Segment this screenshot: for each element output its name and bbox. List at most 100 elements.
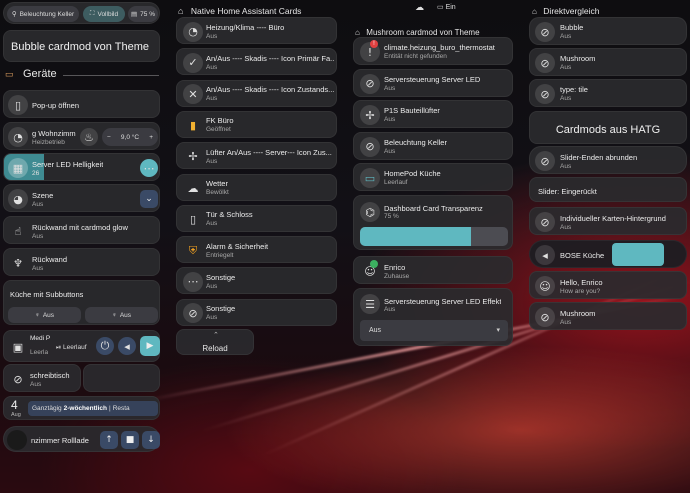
rueckwand-card[interactable]: ♆ Rückwand Aus xyxy=(3,248,160,276)
volume-button[interactable]: ▤ 75 % xyxy=(128,6,158,22)
desk-name: schreibtisch xyxy=(30,371,70,380)
tile-card[interactable]: ✢ P1S Bauteillüfter Aus xyxy=(353,100,513,129)
mushroom2-state: Aus xyxy=(560,319,572,326)
tile-card[interactable]: ⊘ Serversteuerung Server LED Aus xyxy=(353,68,513,97)
transparency-slider[interactable] xyxy=(360,227,508,246)
subbutton-1[interactable]: ♆ Aus xyxy=(8,307,81,323)
led-effect-card[interactable]: ☰ Serversteuerung Server LED Effekt Aus … xyxy=(353,288,513,346)
scene-card[interactable]: ◕ Szene Aus ⌄ xyxy=(3,184,160,212)
media-name: Medi Playe xyxy=(30,335,50,342)
media-player-card[interactable]: ▣ Medi Playe Leerla ⏯ Leerlauf ⏻ ◂ ▶ xyxy=(3,330,160,362)
tile-card[interactable]: ✕ An/Aus ---- Skadis ---- Icon Zustands..… xyxy=(176,79,337,107)
select-value: Aus xyxy=(369,327,382,334)
cast-icon: ▭ xyxy=(360,168,380,189)
section-label: Geräte xyxy=(23,68,57,80)
tile-name: FK Büro xyxy=(206,116,234,126)
monitor-icon: ▭ xyxy=(437,4,444,11)
tile-name: type: tile xyxy=(560,85,588,94)
tile-card[interactable]: ⛨ Alarm & Sicherheit Entriegelt xyxy=(176,236,337,264)
stop-icon[interactable]: ■ xyxy=(121,431,139,449)
tile-name: Wetter xyxy=(206,179,228,188)
tile-state: Aus xyxy=(560,64,572,71)
tile-card[interactable]: ! climate.heizung_buro_thermostat Entität … xyxy=(353,37,513,65)
bulb-off-icon: ⊘ xyxy=(535,84,555,104)
cloud-chip[interactable]: ☁ xyxy=(415,3,424,13)
slider-inset-card[interactable]: Slider: Eingerückt xyxy=(529,177,687,202)
rueckwand-glow-card[interactable]: ☝ Rückwand mit cardmod glow Aus xyxy=(3,216,160,244)
bose-volume-slider[interactable] xyxy=(612,243,664,266)
tile-name: Serversteuerung Server LED xyxy=(384,74,481,84)
reload-button[interactable]: ⌃ Reload xyxy=(176,329,254,355)
calendar-card[interactable]: 4 Aug Ganztägig 2-wöchentlich | Resta xyxy=(3,396,160,420)
tile-card[interactable]: ☁ Wetter Bewölkt xyxy=(176,173,337,201)
person-card[interactable]: ☺ Enrico Zuhause xyxy=(353,256,513,284)
tile-card[interactable]: ⊘ Mushroom Aus xyxy=(529,48,687,76)
tile-card[interactable]: ⋯ Sonstige Aus xyxy=(176,267,337,295)
effect-select[interactable]: Aus ▾ xyxy=(360,320,508,341)
tile-card[interactable]: ✢ Lüfter An/Aus ---- Server--- Icon Zus..… xyxy=(176,142,337,170)
beleuchtung-keller-button[interactable]: ⚲ Beleuchtung Keller xyxy=(7,6,79,22)
mushroom2-card[interactable]: ⊘ Mushroom Aus xyxy=(529,302,687,330)
shield-icon: ⛨ xyxy=(188,243,198,257)
play-pause-icon: ⏯ xyxy=(56,344,62,351)
arrow-up-icon[interactable]: ↑ xyxy=(100,431,118,449)
individual-bg-card[interactable]: ⊘ Individueller Karten-Hintergrund Aus xyxy=(529,207,687,235)
play-icon[interactable]: ▶ xyxy=(140,336,160,356)
transparency-state: 75 % xyxy=(384,213,399,220)
reload-label: Reload xyxy=(202,344,228,353)
tile-name: Beleuchtung Keller xyxy=(384,137,447,147)
tile-card[interactable]: ✓ An/Aus ---- Skadis ---- Icon Primär Fa.… xyxy=(176,48,337,76)
speaker-icon: ▣ xyxy=(12,340,24,354)
chevron-down-icon[interactable]: ⌄ xyxy=(140,190,158,208)
led-name: Server LED Helligkeit xyxy=(32,160,104,169)
mushroom-icon: ⌂ xyxy=(355,28,360,37)
minus-button[interactable]: − xyxy=(107,134,111,141)
tile-state: Leerlauf xyxy=(384,179,408,187)
shutter-card[interactable]: nzimmer Rolllade ↑ ■ ↓ xyxy=(3,426,160,452)
check-circle-icon: ✓ xyxy=(183,52,203,73)
cloud-icon: ☁ xyxy=(187,181,199,195)
led-brightness-slider[interactable]: ▦ Server LED Helligkeit 26 ⋯ xyxy=(3,153,160,181)
tile-card[interactable]: ◔ Heizung/Klima ---- Büro Aus xyxy=(176,17,337,44)
subbutton-2[interactable]: ♆ Aus xyxy=(85,307,158,323)
temperature-stepper[interactable]: − 9,0 °C + xyxy=(102,128,158,146)
tile-card[interactable]: ▮ FK Büro Geöffnet xyxy=(176,110,337,138)
glow-name: Rückwand mit cardmod glow xyxy=(32,223,128,232)
monitor-chip[interactable]: ▭ Ein xyxy=(437,3,456,11)
arrow-down-icon[interactable]: ↓ xyxy=(142,431,160,449)
tile-card[interactable]: ⊘ Beleuchtung Keller Aus xyxy=(353,131,513,160)
tile-card[interactable]: ⊘ Bubble Aus xyxy=(529,17,687,45)
tile-name: An/Aus ---- Skadis ---- Icon Zustands... xyxy=(206,85,334,95)
tile-card[interactable]: ⊘ type: tile Aus xyxy=(529,79,687,107)
thermostat-icon: ◔ xyxy=(183,21,203,42)
mushroom2-name: Mushroom xyxy=(560,309,596,318)
dots-icon[interactable]: ⋯ xyxy=(140,159,158,177)
schreibtisch-card[interactable]: ⊘ schreibtisch Aus xyxy=(3,364,81,392)
vollbild-button[interactable]: ⛶ Vollbild xyxy=(83,6,125,22)
power-icon[interactable]: ⏻ xyxy=(96,337,114,355)
transparency-card[interactable]: ⌬ Dashboard Card Transparenz 75 % xyxy=(353,195,513,250)
kitchen-subbuttons-card: Küche mit Subbuttons ♆ Aus ♆ Aus xyxy=(3,280,160,325)
tile-name: Tür & Schloss xyxy=(206,210,253,220)
lightbulb-icon: ⚲ xyxy=(11,11,17,18)
tile-state: Aus xyxy=(206,157,218,165)
slider-round-card[interactable]: ⊘ Slider-Enden abrunden Aus xyxy=(529,146,687,174)
calendar-day: 4 xyxy=(11,398,18,412)
media-substate: ⏯ Leerlauf xyxy=(56,344,87,351)
event-chip: 2-wöchentlich xyxy=(63,405,107,412)
bulb-off-icon: ⊘ xyxy=(535,22,555,42)
tile-card[interactable]: ⊘ Sonstige Aus xyxy=(176,298,337,326)
climate-card[interactable]: ◔ g Wohnzimm Heizbetrieb ♨ − 9,0 °C + xyxy=(3,122,160,150)
tile-card[interactable]: ▭ HomePod Küche Leerlauf xyxy=(353,163,513,192)
bubble-title: Bubble cardmod von Theme xyxy=(11,41,149,53)
tile-card[interactable]: ▯ Tür & Schloss Aus xyxy=(176,204,337,232)
volume-icon[interactable]: ◂ xyxy=(118,337,136,355)
plus-button[interactable]: + xyxy=(149,134,153,141)
tile-state: Aus xyxy=(560,33,572,40)
tile-state: Aus xyxy=(206,314,218,322)
devices-icon: ▭ xyxy=(5,69,14,79)
popup-open-button[interactable]: ▯ Pop-up öffnen xyxy=(3,90,160,118)
bose-card[interactable]: ◂ BOSE Küche xyxy=(529,240,687,268)
fire-icon[interactable]: ♨ xyxy=(80,128,98,146)
tile-name: Alarm & Sicherheit xyxy=(206,241,269,251)
